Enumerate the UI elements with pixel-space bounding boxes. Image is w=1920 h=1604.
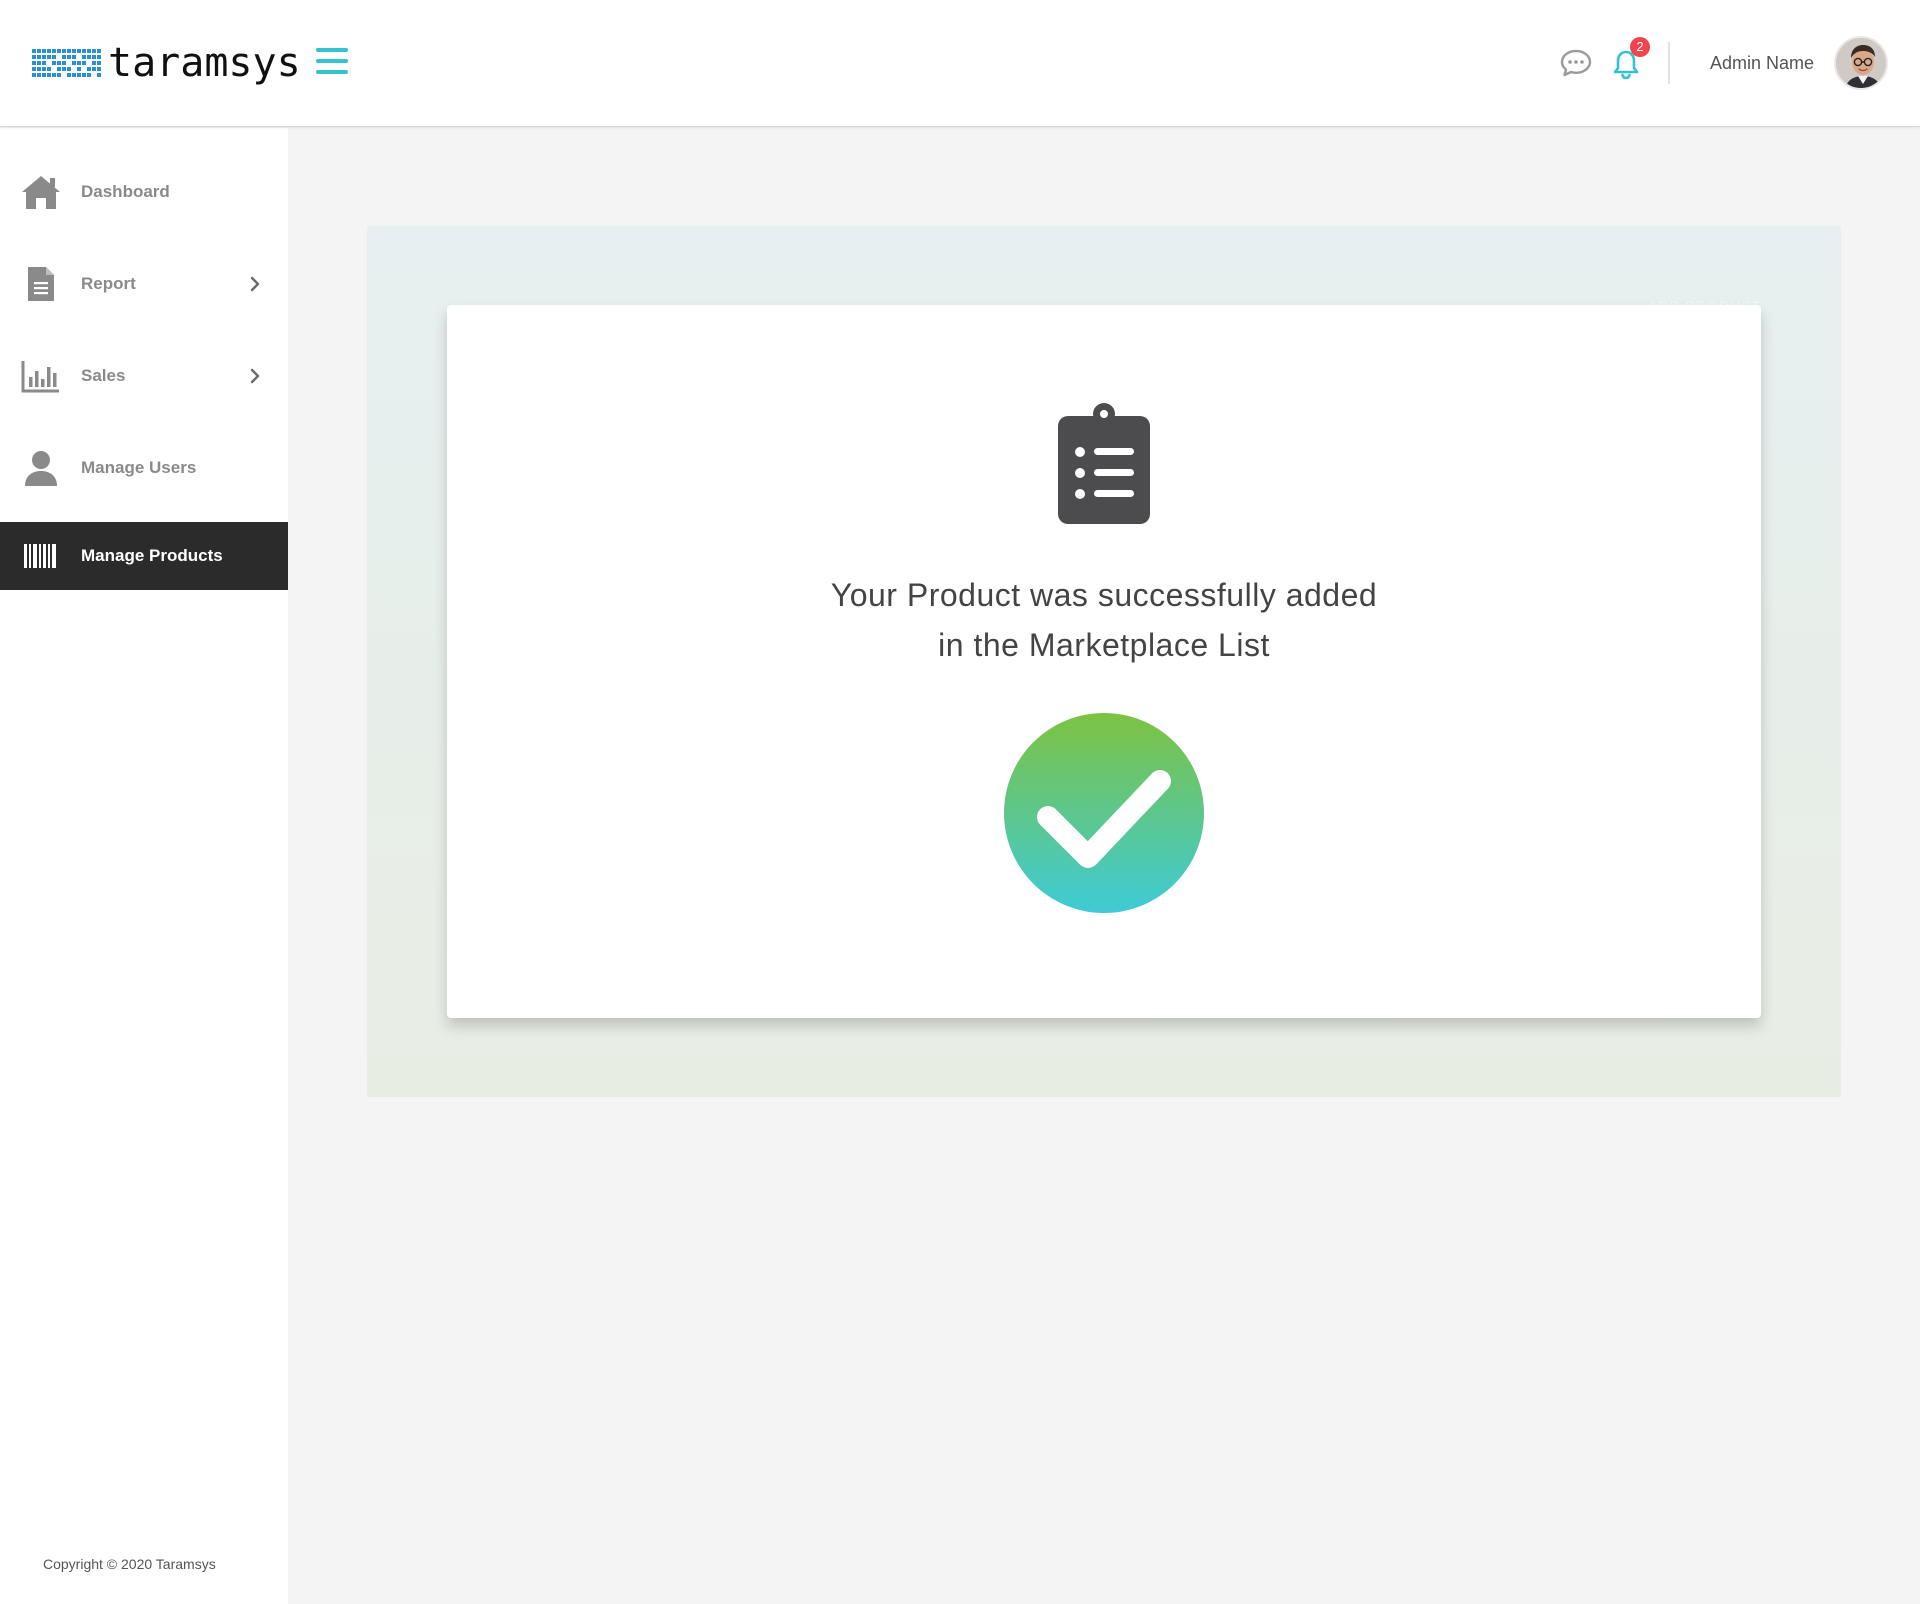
sidebar-item-report[interactable]: Report	[0, 250, 288, 318]
sidebar-item-manage-products[interactable]: Manage Products	[0, 522, 288, 590]
logo-grid-icon	[32, 49, 101, 77]
avatar[interactable]	[1834, 36, 1888, 90]
sidebar: Dashboard Report Sales Manage Users Mana…	[0, 128, 288, 1604]
sidebar-item-manage-users[interactable]: Manage Users	[0, 434, 288, 502]
success-message-line-1: Your Product was successfully added	[830, 577, 1378, 613]
sidebar-item-dashboard[interactable]: Dashboard	[0, 158, 288, 226]
header-divider	[1668, 42, 1670, 84]
check-circle-icon	[1004, 713, 1204, 913]
notification-count-badge: 2	[1630, 37, 1650, 57]
user-icon	[25, 451, 57, 486]
clipboard-list-icon	[1058, 403, 1150, 524]
hamburger-bar	[316, 48, 348, 52]
success-message-line-2: in the Marketplace List	[938, 627, 1270, 663]
admin-name[interactable]: Admin Name	[1710, 53, 1814, 74]
logo-text: taramsys	[108, 40, 301, 86]
avatar-portrait-icon	[1836, 38, 1886, 88]
sidebar-item-label: Report	[81, 274, 136, 293]
hamburger-bar	[316, 70, 348, 74]
chevron-right-icon	[250, 368, 260, 384]
bar-chart-icon	[21, 361, 59, 393]
sidebar-item-label: Sales	[81, 366, 126, 385]
sidebar-item-label: Dashboard	[81, 182, 170, 201]
top-header: taramsys 2 Admin Name	[0, 0, 1920, 127]
success-message: Your Product was successfully added in t…	[704, 570, 1504, 670]
chevron-right-icon	[250, 276, 260, 292]
sidebar-item-label: Manage Users	[81, 458, 197, 477]
sidebar-item-label: Manage Products	[81, 546, 223, 565]
menu-toggle-button[interactable]	[316, 48, 348, 76]
copyright-text: Copyright © 2020 Taramsys	[43, 1556, 216, 1572]
hamburger-bar	[316, 59, 348, 63]
sidebar-item-sales[interactable]: Sales	[0, 342, 288, 410]
barcode-icon	[24, 544, 56, 568]
chat-icon[interactable]	[1560, 48, 1592, 78]
home-icon	[22, 176, 60, 209]
logo[interactable]: taramsys	[32, 42, 301, 84]
document-icon	[28, 267, 54, 301]
